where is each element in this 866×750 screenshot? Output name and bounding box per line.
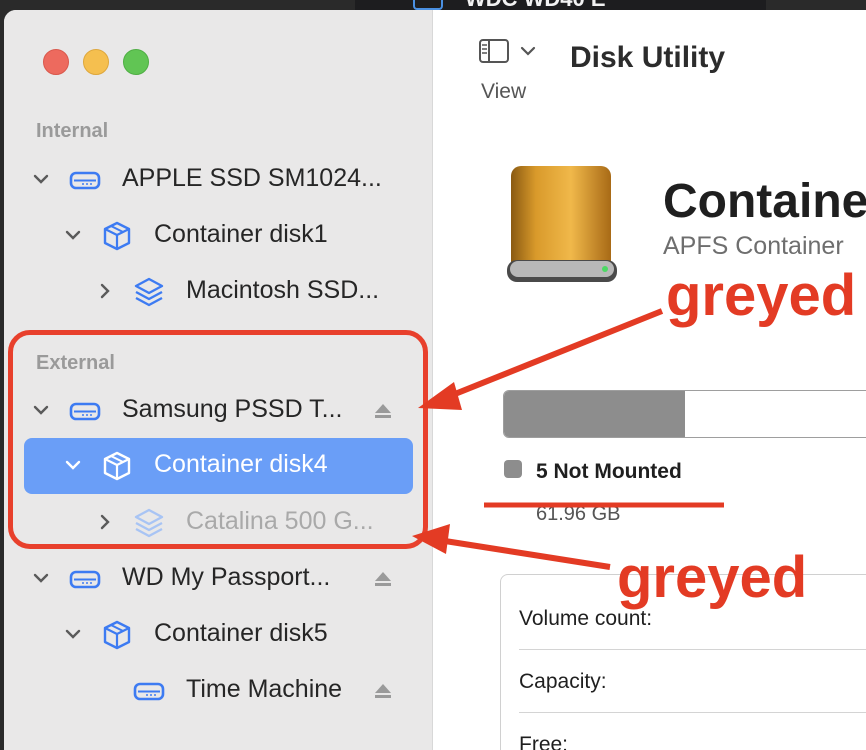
minimize-button[interactable] <box>83 49 109 75</box>
zoom-button[interactable] <box>123 49 149 75</box>
hard-drive-icon <box>133 682 165 701</box>
annotation-label-bottom: greyed <box>617 545 808 610</box>
sidebar-item-label: Container disk5 <box>154 619 328 647</box>
sidebar-toggle-icon[interactable] <box>478 36 538 68</box>
info-key: Capacity: <box>519 670 607 693</box>
container-subtitle: APFS Container <box>663 232 844 260</box>
sidebar-item-label: Macintosh SSD... <box>186 276 380 304</box>
section-label-internal: Internal <box>36 120 109 142</box>
annotation-label-top: greyed <box>666 263 857 328</box>
hard-drive-icon <box>69 171 101 190</box>
sidebar-item-label: Time Machine <box>186 675 343 703</box>
sidebar-item-label: Container disk1 <box>154 220 328 248</box>
external-disk-icon <box>507 166 617 282</box>
volume-stack-icon <box>134 277 164 307</box>
chevron-down-icon[interactable] <box>62 623 84 645</box>
sidebar-item-apple-ssd[interactable]: APPLE SSD SM1024... <box>24 152 413 208</box>
app-title: Disk Utility <box>570 41 726 74</box>
annotation-box <box>8 330 428 549</box>
close-button[interactable] <box>43 49 69 75</box>
sidebar-item-label: WD My Passport... <box>122 563 331 591</box>
usage-bar <box>503 390 866 438</box>
usage-bar-fill <box>504 391 685 437</box>
background-drive-icon <box>413 0 443 10</box>
sidebar-item-macintosh-ssd[interactable]: Macintosh SSD... <box>24 264 413 320</box>
container-cube-icon <box>103 620 131 650</box>
container-title: Containe <box>663 175 866 228</box>
eject-icon[interactable] <box>373 569 393 589</box>
sidebar-item-label: APPLE SSD SM1024... <box>122 164 382 192</box>
container-cube-icon <box>103 221 131 251</box>
detail-pane: View Disk Utility Containe APFS Containe… <box>433 10 866 750</box>
sidebar-item-time-machine[interactable]: Time Machine <box>24 663 413 719</box>
hard-drive-icon <box>69 570 101 589</box>
info-row-free: Free: <box>519 713 866 750</box>
sidebar-item-container-disk1[interactable]: Container disk1 <box>24 208 413 264</box>
info-row-capacity: Capacity: <box>519 650 866 710</box>
legend-label: 5 Not Mounted <box>536 460 682 483</box>
background-window-strip: WDC WD40 E <box>355 0 766 10</box>
sidebar-item-container-disk5[interactable]: Container disk5 <box>24 607 413 663</box>
legend-swatch <box>504 460 522 478</box>
background-window-title: WDC WD40 E <box>465 0 606 10</box>
view-label: View <box>481 80 527 103</box>
chevron-down-icon[interactable] <box>30 567 52 589</box>
chevron-right-icon[interactable] <box>94 280 116 302</box>
chevron-down-icon[interactable] <box>62 224 84 246</box>
chevron-down-icon[interactable] <box>30 168 52 190</box>
eject-icon[interactable] <box>373 681 393 701</box>
info-key: Free: <box>519 733 569 750</box>
sidebar-item-wd-my-passport[interactable]: WD My Passport... <box>24 551 413 607</box>
legend-size: 61.96 GB <box>536 503 621 525</box>
